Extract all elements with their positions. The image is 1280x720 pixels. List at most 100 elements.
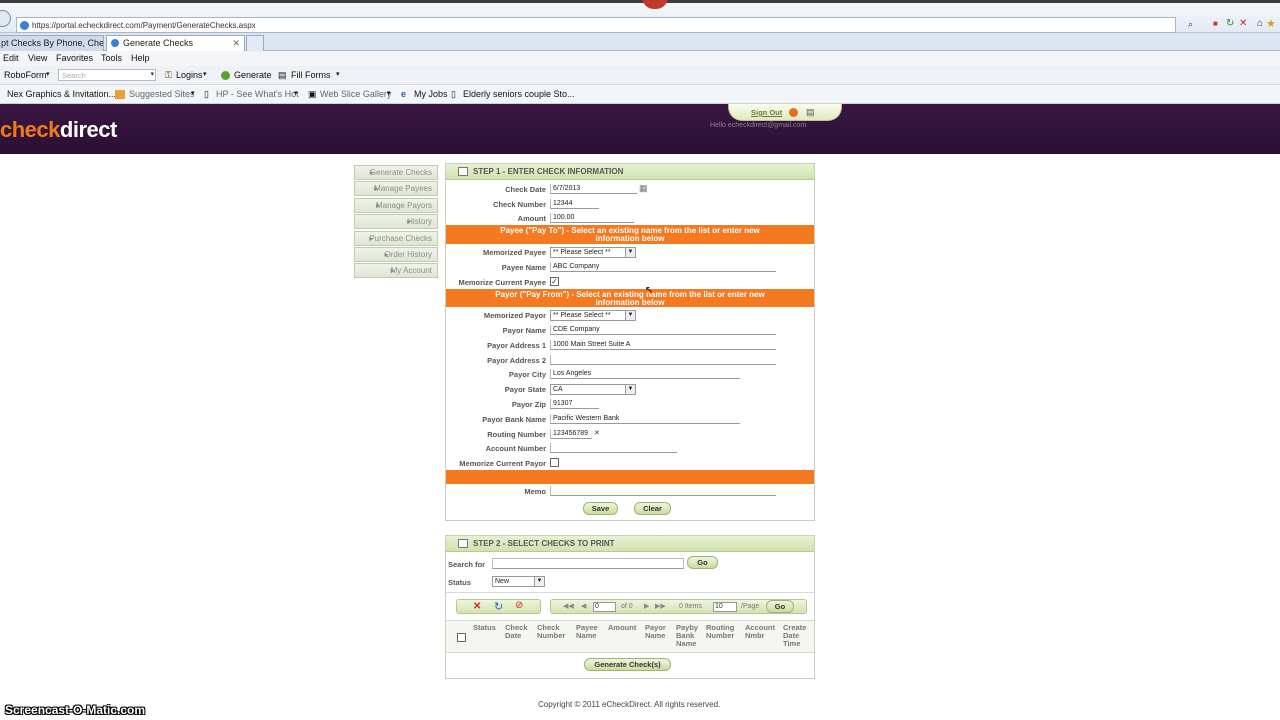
account-number-input[interactable] [550, 443, 677, 453]
menu-tools[interactable]: Tools [101, 53, 122, 63]
col-amount[interactable]: Amount [608, 624, 636, 632]
nav-purchase-checks[interactable]: Purchase Checks [354, 231, 438, 246]
menu-favorites[interactable]: Favorites [56, 53, 93, 63]
favorite-suggested-sites[interactable]: Suggested Sites [129, 89, 195, 99]
favorites-star-icon[interactable]: ★ [1266, 17, 1276, 30]
copyright-text: Copyright © 2011 eCheckDirect. All right… [538, 700, 721, 709]
clear-field-icon[interactable]: ✕ [594, 429, 600, 437]
home-icon[interactable]: ⌂ [1257, 18, 1263, 29]
stop-icon[interactable]: ✕ [1239, 18, 1247, 29]
search-icon[interactable]: ⌕ [1188, 19, 1193, 30]
select-all-checkbox[interactable] [457, 633, 466, 642]
delete-icon[interactable]: ✕ [473, 601, 481, 612]
back-button[interactable] [0, 10, 11, 27]
check-date-input[interactable]: 6/7/2013 [550, 184, 637, 194]
col-account-nmbr[interactable]: Account Nmbr [745, 624, 777, 640]
payor-name-input[interactable]: CDE Company [550, 325, 776, 335]
routing-number-input[interactable]: 123456789 [550, 429, 592, 439]
nav-generate-checks[interactable]: Generate Checks [354, 165, 438, 180]
tab-favicon [111, 39, 119, 47]
memorize-payor-checkbox[interactable] [550, 458, 559, 467]
status-select[interactable]: New ▼ [492, 576, 545, 587]
refresh-icon[interactable]: ↻ [1226, 18, 1234, 29]
page-icon: ▯ [451, 89, 456, 99]
nav-label: Generate Checks [369, 168, 432, 177]
menu-help[interactable]: Help [131, 53, 150, 63]
payor-bank-input[interactable]: Pacific Western Bank [550, 414, 740, 424]
favorite-elderly-seniors[interactable]: Elderly seniors couple Sto... [463, 89, 575, 99]
col-status[interactable]: Status [473, 624, 496, 632]
menu-edit[interactable]: Edit [3, 53, 19, 63]
grid-header: Status Check Date Check Number Payee Nam… [446, 620, 814, 653]
print-icon[interactable]: ▤ [806, 107, 815, 118]
search-placeholder: Search [62, 71, 86, 80]
first-page-icon[interactable]: ◀◀ [563, 602, 574, 610]
sign-out-link[interactable]: Sign Out [751, 108, 782, 117]
generate-checks-button[interactable]: Generate Check(s) [584, 658, 671, 671]
memorized-payee-select[interactable]: ** Please Select ** ▼ [550, 247, 636, 258]
col-routing-number[interactable]: Routing Number [706, 624, 740, 640]
nav-history[interactable]: History [354, 214, 438, 229]
nav-manage-payors[interactable]: Manage Payors [354, 198, 438, 213]
prev-page-icon[interactable]: ◀ [581, 602, 586, 610]
close-tab-icon[interactable]: ✕ [232, 36, 240, 50]
routing-number-label: Routing Number [487, 430, 546, 439]
payor-address2-input[interactable] [550, 355, 776, 365]
last-page-icon[interactable]: ▶▶ [655, 602, 666, 610]
payee-name-input[interactable]: ABC Company [550, 262, 776, 272]
page-number-input[interactable]: 0 [593, 602, 616, 612]
search-input[interactable] [492, 558, 684, 569]
chevron-down-icon: ▼ [625, 311, 635, 320]
nav-my-account[interactable]: My Account [354, 263, 438, 278]
col-check-number[interactable]: Check Number [537, 624, 571, 640]
fill-forms-menu[interactable]: Fill Forms [291, 70, 331, 80]
menu-view[interactable]: View [28, 53, 47, 63]
site-logo[interactable]: checkdirect [0, 117, 117, 143]
roboform-search-input[interactable]: Search ▾ [58, 69, 156, 81]
refresh-icon[interactable]: ↻ [494, 600, 503, 613]
url-text: https://portal.echeckdirect.com/Payment/… [32, 21, 256, 30]
favorite-web-slice-gallery[interactable]: Web Slice Gallery [320, 89, 391, 99]
memorize-payee-checkbox[interactable]: ✓ [550, 277, 559, 286]
payor-address1-input[interactable]: 1000 Main Street Suite A [550, 340, 776, 350]
chevron-down-icon: ▼ [625, 385, 635, 394]
chevron-down-icon: ▾ [191, 90, 195, 97]
lock-icon[interactable]: ■ [1213, 19, 1218, 28]
tab-checks-by-phone[interactable]: pt Checks By Phone, Che... [0, 35, 104, 51]
payor-state-select[interactable]: CA ▼ [550, 384, 636, 395]
favorite-my-jobs[interactable]: My Jobs [414, 89, 448, 99]
payor-city-input[interactable]: Los Angeles [550, 369, 740, 379]
col-payby-bank-name[interactable]: Payby Bank Name [676, 624, 702, 648]
favorites-bar: Nex Graphics & Invitation... Suggested S… [0, 85, 1280, 104]
step2-title: STEP 2 - SELECT CHECKS TO PRINT [473, 539, 615, 548]
nav-manage-payees[interactable]: Manage Payees [354, 181, 438, 196]
memorized-payor-select[interactable]: ** Please Select ** ▼ [550, 310, 636, 321]
col-payee-name[interactable]: Payee Name [576, 624, 604, 640]
page-size-input[interactable]: 10 [713, 602, 737, 612]
cancel-icon[interactable]: ⊘ [515, 600, 523, 611]
nav-order-history[interactable]: Order History [354, 247, 438, 262]
search-go-button[interactable]: Go [687, 556, 718, 569]
pager-go-button[interactable]: Go [766, 600, 794, 613]
site-header [0, 104, 1280, 154]
select-value: New [495, 578, 510, 585]
col-payor-name[interactable]: Payor Name [645, 624, 671, 640]
address-field[interactable]: https://portal.echeckdirect.com/Payment/… [16, 17, 1176, 33]
roboform-menu[interactable]: RoboForm [4, 70, 47, 80]
amount-input[interactable]: 100.00 [550, 213, 634, 223]
next-page-icon[interactable]: ▶ [644, 602, 649, 610]
logins-menu[interactable]: Logins [176, 70, 203, 80]
check-number-input[interactable]: 12344 [550, 199, 599, 209]
generate-button[interactable]: Generate [234, 70, 272, 80]
favorite-hp[interactable]: HP - See What's Hot [216, 89, 299, 99]
memo-input[interactable] [550, 486, 776, 496]
col-create-date-time[interactable]: Create Date Time [783, 624, 813, 648]
save-button[interactable]: Save [583, 502, 618, 515]
calendar-icon[interactable]: ▦ [639, 183, 648, 194]
favorite-nex-graphics[interactable]: Nex Graphics & Invitation... [7, 89, 116, 99]
clear-button[interactable]: Clear [634, 502, 671, 515]
new-tab-button[interactable] [246, 35, 264, 51]
tab-generate-checks[interactable]: Generate Checks ✕ [106, 35, 245, 51]
col-check-date[interactable]: Check Date [505, 624, 531, 640]
payor-zip-input[interactable]: 91307 [550, 399, 599, 409]
